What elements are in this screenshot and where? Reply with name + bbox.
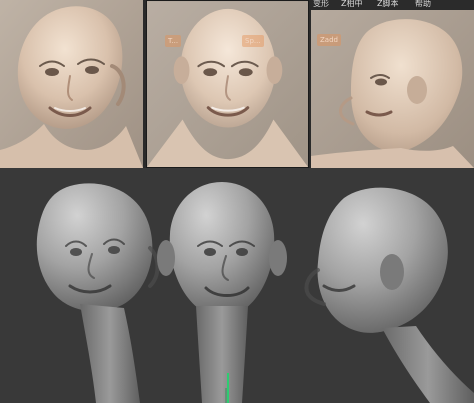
reference-photo-strip: T... Sp... Zadd 变形 Z相中 Z脚本 帮助 [0, 0, 474, 168]
top-menu-bar: 变形 Z相中 Z脚本 帮助 [311, 0, 474, 10]
menu-item-help[interactable]: 帮助 [415, 0, 431, 9]
reference-photo-three-quarter [0, 0, 143, 168]
reference-photo-front: T... Sp... [146, 0, 309, 168]
reference-photo-profile: Zadd [311, 0, 474, 168]
sculpt-viewport[interactable] [0, 168, 474, 403]
reference-and-sculpt-layout: T... Sp... Zadd 变形 Z相中 Z脚本 帮助 [0, 0, 474, 403]
menu-item-zscript[interactable]: Z脚本 [377, 0, 398, 9]
ui-chip-left: T... [165, 35, 182, 47]
ui-chip-mid: Sp... [242, 35, 264, 47]
menu-item-transform[interactable]: 变形 [313, 0, 329, 9]
menu-item-zcamera[interactable]: Z相中 [341, 0, 362, 9]
ui-chip-right: Zadd [317, 34, 341, 46]
